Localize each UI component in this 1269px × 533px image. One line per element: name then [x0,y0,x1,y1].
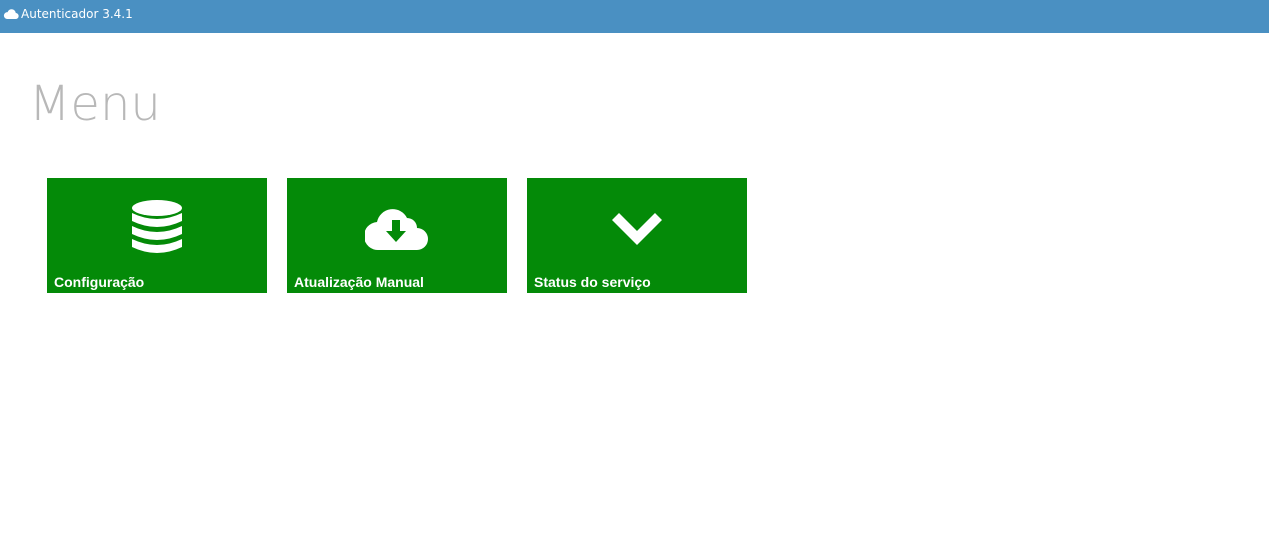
tile-configuracao[interactable]: Configuração [47,178,267,293]
cloud-icon [3,7,19,20]
tile-label: Atualização Manual [294,274,424,290]
tile-label: Status do serviço [534,274,651,290]
chevron-down-icon [605,198,669,258]
tile-label: Configuração [54,274,145,290]
page-title: Menu [29,76,161,132]
title-bar: Autenticador 3.4.1 [0,0,1269,33]
database-icon [125,198,189,258]
tile-status-do-servico[interactable]: Status do serviço [527,178,747,293]
cloud-download-icon [365,198,429,258]
app-title: Autenticador 3.4.1 [21,7,133,21]
tile-atualizacao-manual[interactable]: Atualização Manual [287,178,507,293]
menu-tiles: Configuração Atualização Manual Status d… [47,178,747,293]
